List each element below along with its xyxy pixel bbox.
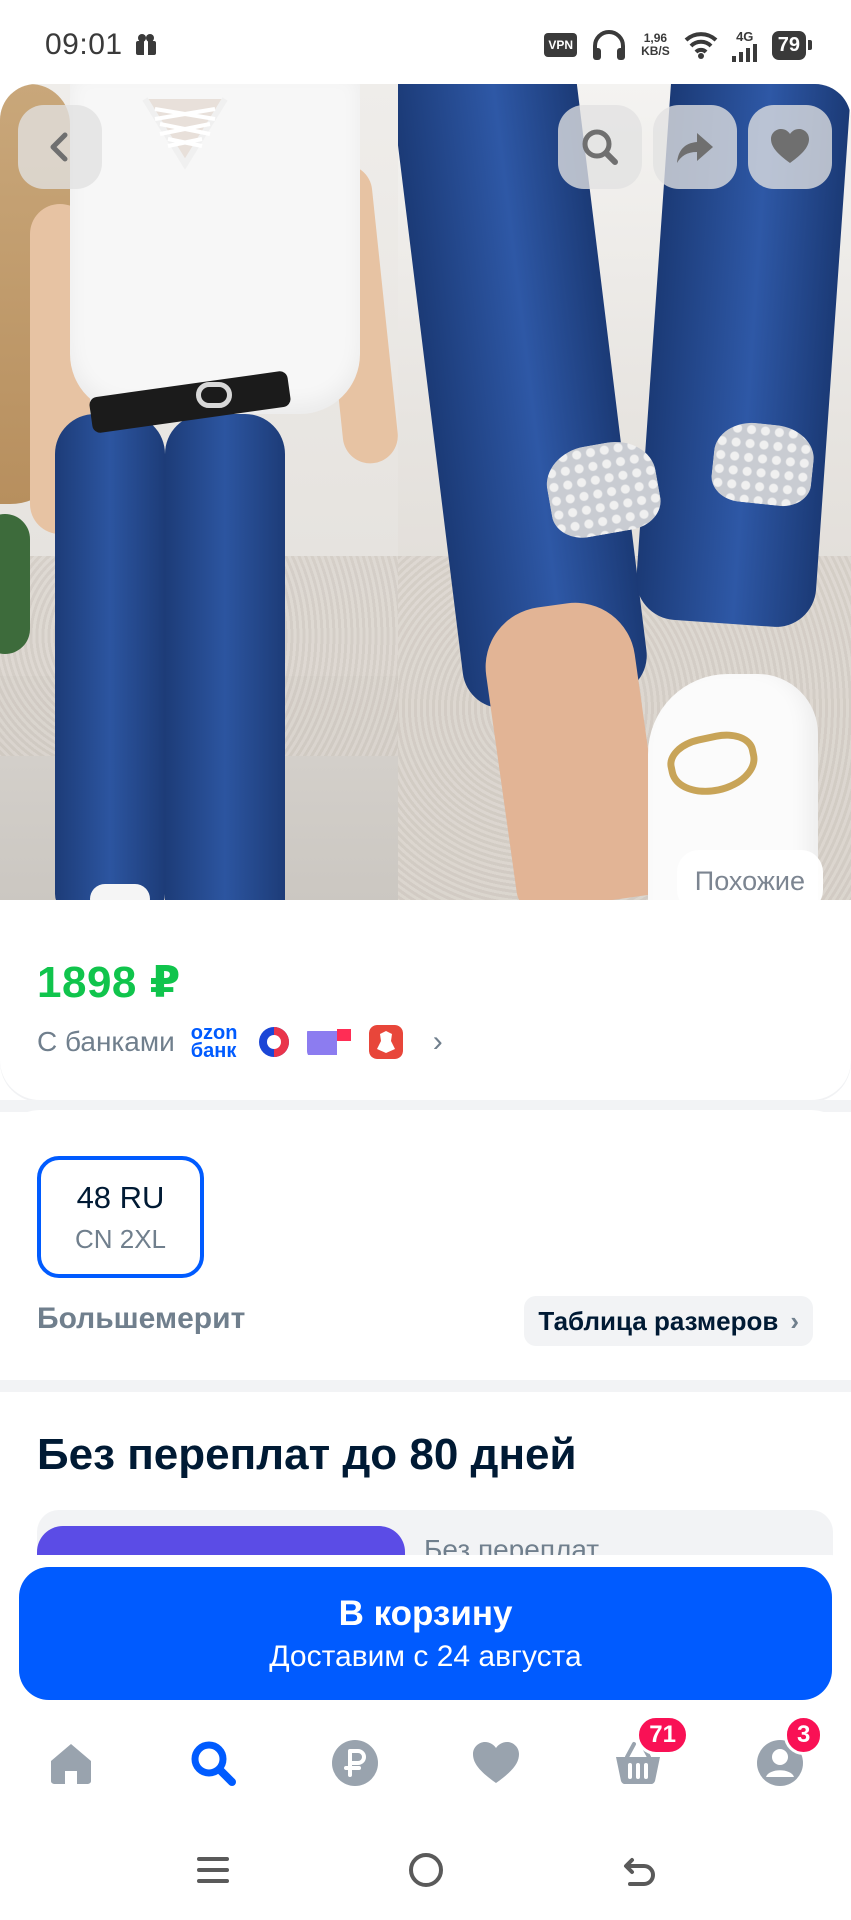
search-icon xyxy=(191,1741,236,1786)
signal-icon xyxy=(731,43,757,62)
system-navigation-bar xyxy=(0,1820,851,1920)
profile-notification-badge: 3 xyxy=(784,1714,824,1755)
banks-label: С банками xyxy=(37,1026,175,1057)
nav-cart[interactable]: 71 xyxy=(598,1714,689,1803)
add-to-cart-button[interactable]: В корзину Доставим с 24 августа xyxy=(19,1567,832,1700)
system-back-button[interactable] xyxy=(612,1842,668,1898)
menu-icon xyxy=(197,1857,229,1883)
nav-profile[interactable]: 3 xyxy=(740,1714,824,1803)
share-icon xyxy=(677,133,713,163)
bank-logo-icon-1 xyxy=(258,1027,289,1057)
share-button[interactable] xyxy=(653,105,737,189)
chevron-right-icon: › xyxy=(790,1305,799,1336)
ozon-bank-logo-line2: банк xyxy=(190,1040,237,1062)
cart-bar: В корзину Доставим с 24 августа xyxy=(0,1555,851,1705)
clock: 09:01 xyxy=(45,28,123,61)
system-home-button[interactable] xyxy=(398,1842,454,1898)
size-card: 48 RU CN 2XL Большемерит Таблица размеро… xyxy=(0,1110,851,1380)
bottom-nav: 71 3 xyxy=(0,1705,851,1820)
size-cn: CN 2XL xyxy=(74,1223,167,1254)
bank-logo-icon-3 xyxy=(368,1025,403,1059)
add-to-cart-label: В корзину xyxy=(338,1593,513,1633)
vpn-indicator: VPN xyxy=(544,33,578,57)
nav-search[interactable] xyxy=(173,1723,253,1803)
size-option-selected[interactable]: 48 RU CN 2XL xyxy=(37,1156,204,1278)
circle-home-icon xyxy=(409,1853,443,1887)
product-photo-detail xyxy=(398,84,851,936)
headphones-icon xyxy=(593,30,626,60)
battery-indicator: 79 xyxy=(771,30,813,60)
price-card: 1898 ₽ С банками ozon банк › xyxy=(0,900,851,1100)
recent-apps-button[interactable] xyxy=(185,1842,241,1898)
ozon-bank-logo: ozon банк xyxy=(190,1023,247,1062)
heart-icon xyxy=(473,1741,520,1783)
search-button[interactable] xyxy=(558,105,642,189)
product-photo-full-body xyxy=(0,84,398,936)
size-table-button[interactable]: Таблица размеров › xyxy=(524,1296,813,1346)
back-button[interactable] xyxy=(18,105,102,189)
nav-favorites[interactable] xyxy=(456,1723,536,1803)
bank-logo-icon-2 xyxy=(306,1029,351,1055)
favorite-button[interactable] xyxy=(748,105,832,189)
size-ru: 48 RU xyxy=(76,1179,165,1215)
product-gallery[interactable]: Похожие xyxy=(0,84,851,936)
network-type: 4G xyxy=(736,28,754,44)
speed-unit: KB/S xyxy=(641,44,670,58)
lace-detail xyxy=(142,97,228,170)
status-bar: 09:01 VPN 1,96 KB/S 4G 79 xyxy=(0,0,851,84)
wifi-icon xyxy=(684,32,718,59)
network-speed: 1,96 KB/S xyxy=(641,32,670,58)
home-icon xyxy=(50,1743,91,1784)
section-divider xyxy=(0,1380,851,1392)
bank-offers-row[interactable]: С банками ozon банк › xyxy=(37,1022,443,1062)
delivery-date: Доставим с 24 августа xyxy=(269,1639,582,1673)
chevron-left-icon xyxy=(50,132,68,162)
cart-count-badge: 71 xyxy=(636,1714,689,1755)
ruble-icon xyxy=(331,1739,378,1786)
chevron-right-icon: › xyxy=(432,1025,443,1058)
notification-icon xyxy=(136,34,156,55)
status-icons: VPN 1,96 KB/S 4G 79 xyxy=(544,28,813,62)
product-price: 1898 ₽ xyxy=(37,958,181,1007)
heart-icon xyxy=(771,129,809,163)
installment-title: Без переплат до 80 дней xyxy=(37,1430,577,1479)
fit-note: Большемерит xyxy=(37,1302,246,1335)
nav-finance[interactable] xyxy=(315,1723,395,1803)
back-arrow-icon xyxy=(624,1858,655,1886)
nav-home[interactable] xyxy=(31,1723,111,1803)
size-table-label: Таблица размеров xyxy=(538,1305,779,1336)
search-icon xyxy=(582,129,618,165)
cellular-indicator: 4G xyxy=(731,28,758,62)
